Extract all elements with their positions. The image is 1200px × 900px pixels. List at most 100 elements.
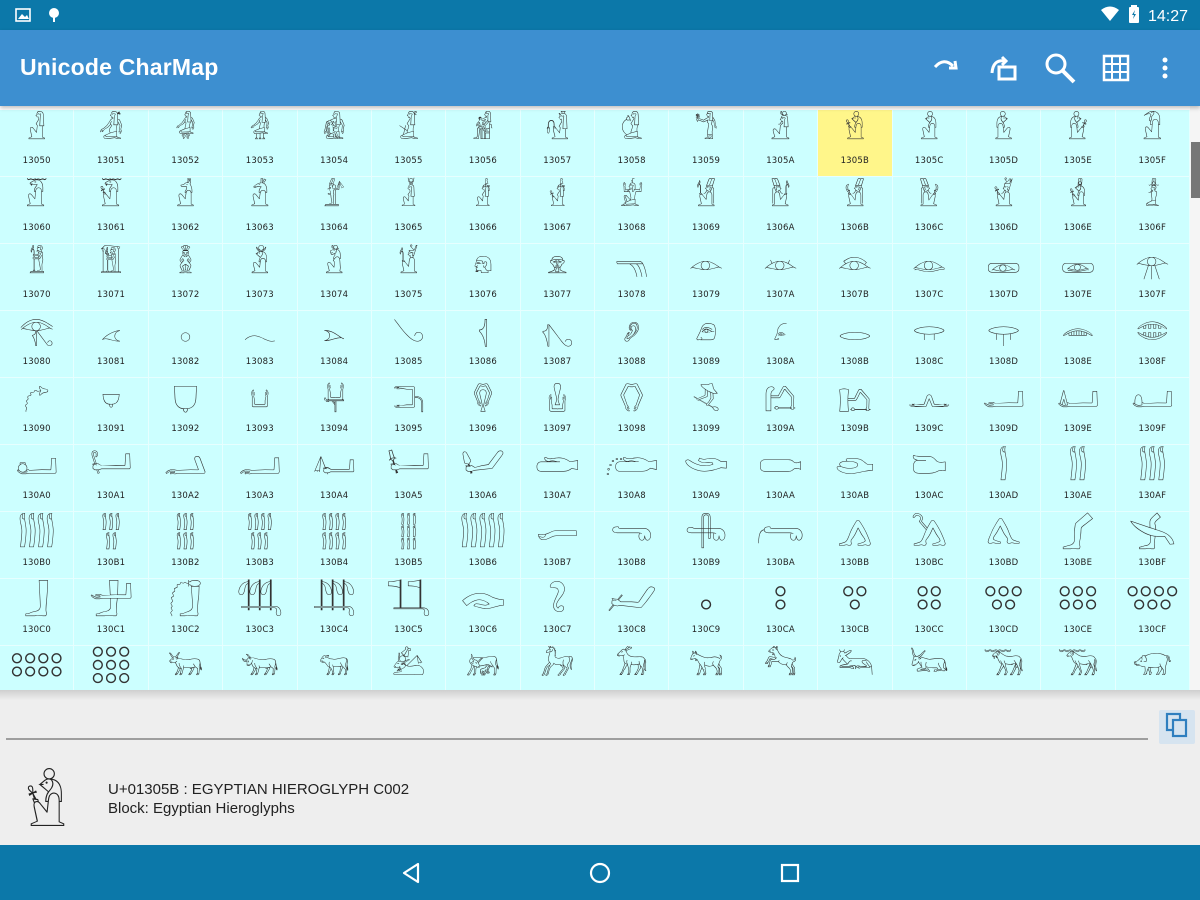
character-cell[interactable]: 𓂎 1308E (1041, 311, 1116, 378)
character-cell[interactable]: 𓃅 130C5 (371, 579, 447, 646)
recents-icon[interactable] (775, 858, 805, 888)
character-cell[interactable]: 𓂨 130A8 (595, 445, 670, 512)
character-cell[interactable]: 𓁴 13074 (297, 244, 372, 311)
character-cell[interactable]: 𓂱 130B1 (74, 512, 149, 579)
character-cell[interactable]: 𓁲 13072 (148, 244, 224, 311)
character-cell[interactable]: 𓁛 1305B (818, 110, 893, 177)
character-cell[interactable]: 𓃇 130C7 (520, 579, 595, 646)
character-cell[interactable]: 𓂯 130AF (1115, 445, 1190, 512)
character-cell[interactable]: 𓂗 13097 (520, 378, 595, 445)
character-cell[interactable]: 𓃃 130C3 (223, 579, 298, 646)
character-cell[interactable]: 𓃂 130C2 (148, 579, 224, 646)
character-cell[interactable]: 𓁪 1306A (743, 177, 819, 244)
character-cell[interactable]: 𓂚 1309A (743, 378, 819, 445)
character-cell[interactable]: 𓃟 (1115, 646, 1190, 690)
character-cell[interactable]: 𓁜 1305C (892, 110, 967, 177)
back-icon[interactable] (396, 858, 426, 888)
character-cell[interactable]: 𓂺 130BA (743, 512, 819, 579)
character-cell[interactable]: 𓂃 13083 (223, 311, 298, 378)
character-cell[interactable]: 𓃜 (892, 646, 967, 690)
character-cell[interactable]: 𓂣 130A3 (223, 445, 298, 512)
character-cell[interactable]: 𓁧 13067 (520, 177, 595, 244)
character-cell[interactable]: 𓃓 (223, 646, 298, 690)
character-cell[interactable]: 𓁗 13057 (520, 110, 595, 177)
character-cell[interactable]: 𓂊 1308A (743, 311, 819, 378)
character-cell[interactable]: 𓃍 130CD (966, 579, 1042, 646)
character-cell[interactable]: 𓂭 130AD (966, 445, 1042, 512)
character-cell[interactable]: 𓁖 13056 (446, 110, 521, 177)
character-cell[interactable]: 𓁙 13059 (669, 110, 744, 177)
character-cell[interactable]: 𓁞 1305E (1041, 110, 1116, 177)
grid-icon[interactable] (1098, 50, 1134, 86)
character-cell[interactable]: 𓁮 1306E (1041, 177, 1116, 244)
jump-icon[interactable] (985, 50, 1021, 86)
character-cell[interactable]: 𓂋 1308B (818, 311, 893, 378)
character-cell[interactable]: 𓂲 130B2 (148, 512, 224, 579)
character-cell[interactable]: 𓁤 13064 (297, 177, 372, 244)
character-cell[interactable]: 𓁫 1306B (818, 177, 893, 244)
character-cell[interactable]: 𓁻 1307B (818, 244, 893, 311)
character-cell[interactable]: 𓁺 1307A (743, 244, 819, 311)
character-cell[interactable]: 𓂙 13099 (669, 378, 744, 445)
character-cell[interactable]: 𓂞 1309E (1041, 378, 1116, 445)
character-cell[interactable]: 𓂤 130A4 (297, 445, 372, 512)
character-cell[interactable]: 𓂫 130AB (818, 445, 893, 512)
character-cell[interactable]: 𓂕 13095 (371, 378, 447, 445)
character-cell[interactable]: 𓃗 (520, 646, 595, 690)
character-cell[interactable]: 𓁿 1307F (1115, 244, 1190, 311)
character-cell[interactable]: 𓃉 130C9 (669, 579, 744, 646)
character-cell[interactable]: 𓂸 130B8 (595, 512, 670, 579)
character-cell[interactable]: 𓂠 130A0 (0, 445, 75, 512)
character-cell[interactable]: 𓁦 13066 (446, 177, 521, 244)
character-cell[interactable]: 𓁭 1306D (966, 177, 1042, 244)
search-icon[interactable] (1042, 50, 1078, 86)
character-cell[interactable]: 𓂢 130A2 (148, 445, 224, 512)
character-cell[interactable]: 𓁥 13065 (371, 177, 447, 244)
character-cell[interactable]: 𓂧 130A7 (520, 445, 595, 512)
character-cell[interactable]: 𓂦 130A6 (446, 445, 521, 512)
character-cell[interactable]: 𓂏 1308F (1115, 311, 1190, 378)
character-cell[interactable]: 𓂌 1308C (892, 311, 967, 378)
character-cell[interactable]: 𓂽 130BD (966, 512, 1042, 579)
character-grid[interactable]: 𓁐 13050 𓁑 13051 𓁒 13052 𓁓 13053 𓁔 13054 𓁕 13055 𓁖 130… (0, 106, 1190, 690)
character-cell[interactable]: 𓁷 13077 (520, 244, 595, 311)
character-input[interactable] (6, 705, 1150, 737)
character-cell[interactable]: 𓂂 13082 (148, 311, 224, 378)
character-cell[interactable]: 𓃑 (74, 646, 149, 690)
character-cell[interactable]: 𓂝 1309D (966, 378, 1042, 445)
character-cell[interactable]: 𓂛 1309B (818, 378, 893, 445)
character-cell[interactable]: 𓁸 13078 (595, 244, 670, 311)
character-cell[interactable]: 𓂟 1309F (1115, 378, 1190, 445)
character-cell[interactable]: 𓂖 13096 (446, 378, 521, 445)
character-cell[interactable]: 𓃈 130C8 (595, 579, 670, 646)
character-cell[interactable]: 𓂪 130AA (743, 445, 819, 512)
character-cell[interactable]: 𓁯 1306F (1115, 177, 1190, 244)
character-cell[interactable]: 𓂔 13094 (297, 378, 372, 445)
character-cell[interactable]: 𓁟 1305F (1115, 110, 1190, 177)
character-cell[interactable]: 𓃄 130C4 (297, 579, 372, 646)
character-cell[interactable]: 𓃕 (371, 646, 447, 690)
character-cell[interactable]: 𓁳 13073 (223, 244, 298, 311)
character-cell[interactable]: 𓃙 (669, 646, 744, 690)
character-cell[interactable]: 𓃎 130CE (1041, 579, 1116, 646)
character-cell[interactable]: 𓁩 13069 (669, 177, 744, 244)
character-cell[interactable]: 𓁼 1307C (892, 244, 967, 311)
scrollbar-thumb[interactable] (1191, 142, 1200, 198)
character-cell[interactable]: 𓂡 130A1 (74, 445, 149, 512)
character-cell[interactable]: 𓁾 1307E (1041, 244, 1116, 311)
character-cell[interactable]: 𓃋 130CB (818, 579, 893, 646)
redo-icon[interactable] (927, 50, 963, 86)
character-cell[interactable]: 𓂀 13080 (0, 311, 75, 378)
character-cell[interactable]: 𓁰 13070 (0, 244, 75, 311)
character-cell[interactable]: 𓂆 13086 (446, 311, 521, 378)
character-cell[interactable]: 𓃒 (148, 646, 224, 690)
character-cell[interactable]: 𓁑 13051 (74, 110, 149, 177)
character-cell[interactable]: 𓂘 13098 (595, 378, 670, 445)
character-cell[interactable]: 𓁱 13071 (74, 244, 149, 311)
character-cell[interactable]: 𓂜 1309C (892, 378, 967, 445)
character-cell[interactable]: 𓂾 130BE (1041, 512, 1116, 579)
character-cell[interactable]: 𓂵 130B5 (371, 512, 447, 579)
character-cell[interactable]: 𓂬 130AC (892, 445, 967, 512)
character-cell[interactable]: 𓂑 13091 (74, 378, 149, 445)
character-cell[interactable]: 𓁶 13076 (446, 244, 521, 311)
